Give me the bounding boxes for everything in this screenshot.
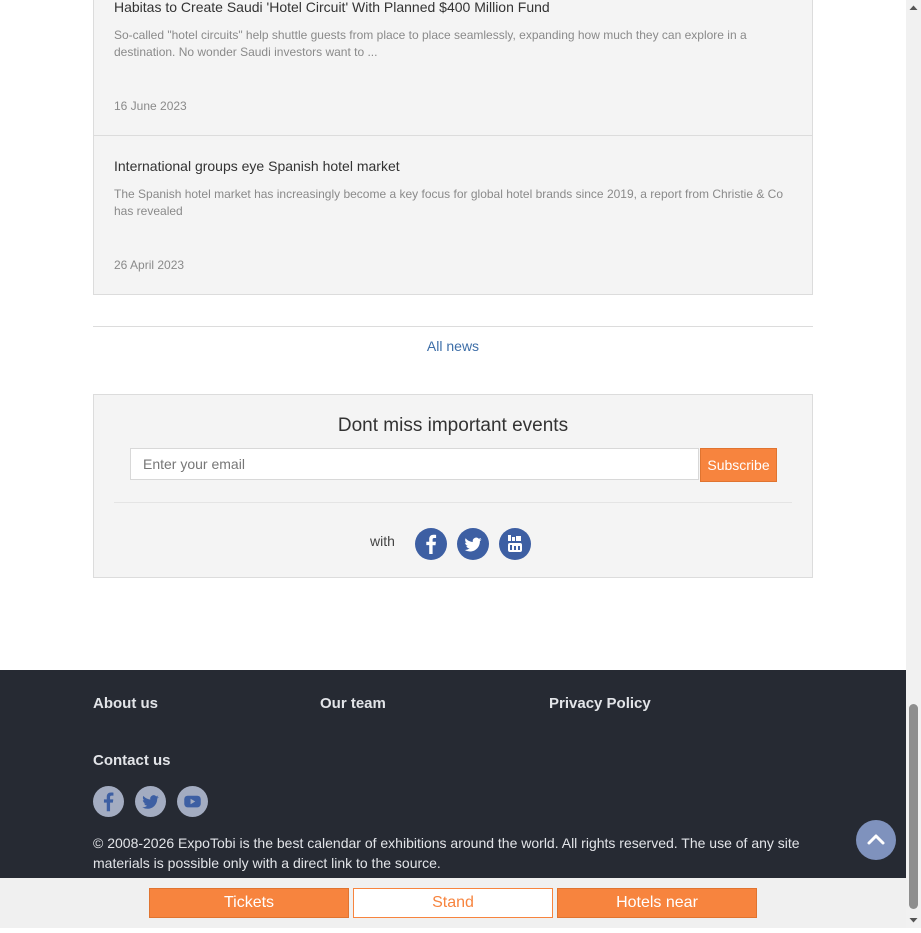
stand-button[interactable]: Stand: [353, 888, 553, 918]
footer-link-privacy[interactable]: Privacy Policy: [549, 695, 651, 712]
youtube-icon[interactable]: [499, 528, 531, 560]
facebook-icon[interactable]: [93, 786, 124, 817]
news-list: Habitas to Create Saudi 'Hotel Circuit' …: [93, 0, 813, 295]
footer-link-about[interactable]: About us: [93, 695, 158, 712]
scroll-down-arrow-icon[interactable]: [906, 912, 921, 928]
news-item[interactable]: International groups eye Spanish hotel m…: [94, 136, 812, 294]
subscribe-title: Dont miss important events: [337, 415, 569, 436]
subscribe-box: Dont miss important events Subscribe wit…: [93, 394, 813, 578]
divider: [93, 326, 813, 327]
divider: [114, 502, 792, 503]
footer-link-team[interactable]: Our team: [320, 695, 386, 712]
scroll-to-top-button[interactable]: [856, 820, 896, 860]
news-item[interactable]: Habitas to Create Saudi 'Hotel Circuit' …: [94, 0, 812, 136]
scroll-up-arrow-icon[interactable]: [906, 0, 921, 16]
subscribe-button[interactable]: Subscribe: [700, 448, 777, 482]
news-title[interactable]: Habitas to Create Saudi 'Hotel Circuit' …: [114, 0, 550, 15]
news-title[interactable]: International groups eye Spanish hotel m…: [114, 158, 400, 174]
tickets-button[interactable]: Tickets: [149, 888, 349, 918]
hotels-near-button[interactable]: Hotels near: [557, 888, 757, 918]
email-input[interactable]: [130, 448, 699, 480]
footer-link-contact[interactable]: Contact us: [93, 752, 171, 769]
chevron-up-icon: [867, 834, 885, 845]
vertical-scrollbar[interactable]: [906, 0, 921, 928]
twitter-icon[interactable]: [135, 786, 166, 817]
youtube-icon[interactable]: [177, 786, 208, 817]
news-date: 26 April 2023: [114, 258, 185, 272]
facebook-icon[interactable]: [415, 528, 447, 560]
news-description: So-called "hotel circuits" help shuttle …: [114, 28, 747, 59]
copyright-text: © 2008-2026 ExpoTobi is the best calenda…: [93, 835, 800, 871]
with-label: with: [370, 533, 395, 549]
scrollbar-thumb[interactable]: [909, 704, 918, 909]
all-news-link[interactable]: All news: [93, 338, 813, 354]
twitter-icon[interactable]: [457, 528, 489, 560]
news-date: 16 June 2023: [114, 99, 187, 113]
bottom-action-bar: Tickets Stand Hotels near: [0, 878, 906, 928]
news-description: The Spanish hotel market has increasingl…: [114, 187, 784, 218]
